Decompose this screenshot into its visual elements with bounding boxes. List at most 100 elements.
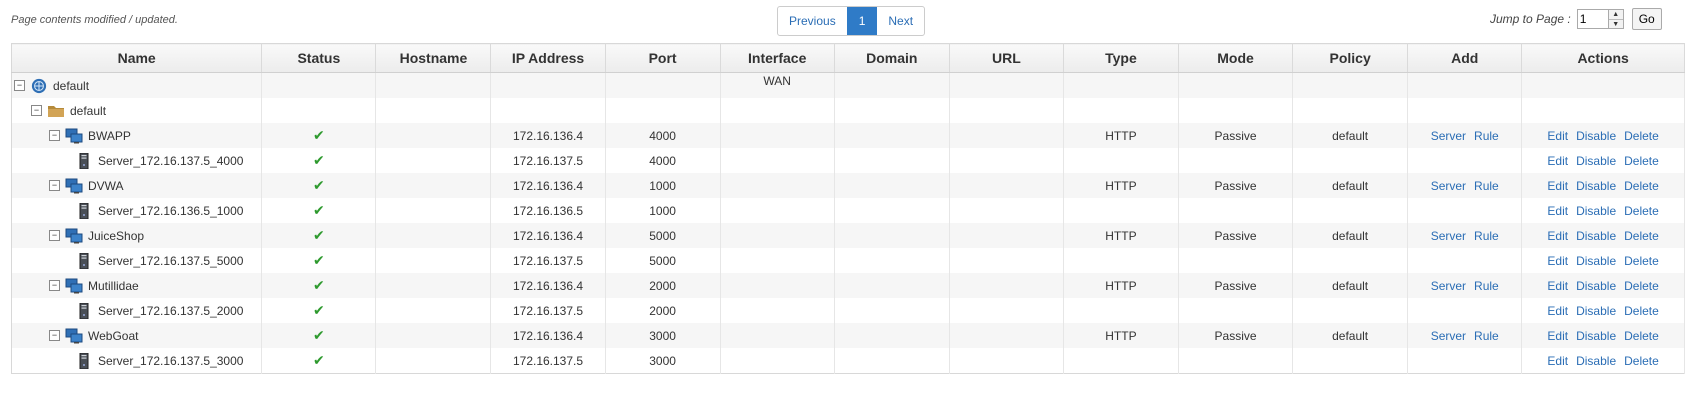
status-ok-icon: ✔ <box>312 227 325 243</box>
add-rule-link[interactable]: Rule <box>1474 179 1499 193</box>
jump-page-input[interactable] <box>1576 9 1609 29</box>
add-server-link[interactable]: Server <box>1431 179 1466 193</box>
next-page-button[interactable]: Next <box>877 7 924 35</box>
edit-link[interactable]: Edit <box>1547 154 1568 168</box>
delete-link[interactable]: Delete <box>1624 354 1659 368</box>
edit-link[interactable]: Edit <box>1547 129 1568 143</box>
spin-up-icon[interactable]: ▲ <box>1609 10 1623 19</box>
edit-link[interactable]: Edit <box>1547 229 1568 243</box>
column-header-type[interactable]: Type <box>1063 43 1180 73</box>
service-name[interactable]: DVWA <box>88 179 124 193</box>
go-button[interactable]: Go <box>1631 8 1662 30</box>
folder-node-label[interactable]: default <box>70 104 106 118</box>
add-server-link[interactable]: Server <box>1431 129 1466 143</box>
add-server-link[interactable]: Server <box>1431 279 1466 293</box>
delete-link[interactable]: Delete <box>1624 304 1659 318</box>
column-header-policy[interactable]: Policy <box>1292 43 1409 73</box>
delete-link[interactable]: Delete <box>1624 279 1659 293</box>
add-rule-link[interactable]: Rule <box>1474 229 1499 243</box>
column-header-mode[interactable]: Mode <box>1178 43 1294 73</box>
column-header-domain[interactable]: Domain <box>834 43 950 73</box>
tree-node-server: Server_172.16.137.5_5000 <box>12 252 261 269</box>
server-name[interactable]: Server_172.16.137.5_4000 <box>98 154 243 168</box>
tree-node-folder: − default <box>12 103 261 119</box>
disable-link[interactable]: Disable <box>1576 279 1616 293</box>
delete-link[interactable]: Delete <box>1624 254 1659 268</box>
edit-link[interactable]: Edit <box>1547 304 1568 318</box>
add-server-link[interactable]: Server <box>1431 329 1466 343</box>
column-header-hostname[interactable]: Hostname <box>375 43 492 73</box>
server-tower-icon <box>79 152 89 169</box>
spin-down-icon[interactable]: ▼ <box>1608 19 1623 29</box>
column-header-add[interactable]: Add <box>1407 43 1523 73</box>
add-rule-link[interactable]: Rule <box>1474 129 1499 143</box>
status-ok-icon: ✔ <box>312 252 325 268</box>
service-monitor-icon <box>65 278 83 293</box>
edit-link[interactable]: Edit <box>1547 204 1568 218</box>
services-table: Name Status Hostname IP Address Port Int… <box>11 43 1685 374</box>
column-header-name[interactable]: Name <box>11 43 263 73</box>
port-cell: 2000 <box>605 273 721 298</box>
add-rule-link[interactable]: Rule <box>1474 329 1499 343</box>
ip-address-cell: 172.16.136.5 <box>490 198 606 223</box>
column-header-status[interactable]: Status <box>261 43 377 73</box>
delete-link[interactable]: Delete <box>1624 329 1659 343</box>
collapse-icon[interactable]: − <box>31 105 42 116</box>
edit-link[interactable]: Edit <box>1547 179 1568 193</box>
disable-link[interactable]: Disable <box>1576 354 1616 368</box>
service-name[interactable]: JuiceShop <box>88 229 144 243</box>
disable-link[interactable]: Disable <box>1576 129 1616 143</box>
delete-link[interactable]: Delete <box>1624 229 1659 243</box>
disable-link[interactable]: Disable <box>1576 229 1616 243</box>
add-rule-link[interactable]: Rule <box>1474 279 1499 293</box>
collapse-icon[interactable]: − <box>49 130 60 141</box>
table-row-server: Server_172.16.137.5_3000 ✔ 172.16.137.5 300… <box>11 348 1685 374</box>
service-name[interactable]: Mutillidae <box>88 279 139 293</box>
disable-link[interactable]: Disable <box>1576 329 1616 343</box>
collapse-icon[interactable]: − <box>14 80 25 91</box>
delete-link[interactable]: Delete <box>1624 179 1659 193</box>
delete-link[interactable]: Delete <box>1624 129 1659 143</box>
column-header-port[interactable]: Port <box>605 43 721 73</box>
tree-node-server: Server_172.16.137.5_2000 <box>12 302 261 319</box>
column-header-url[interactable]: URL <box>949 43 1064 73</box>
disable-link[interactable]: Disable <box>1576 254 1616 268</box>
server-name[interactable]: Server_172.16.137.5_3000 <box>98 354 243 368</box>
disable-link[interactable]: Disable <box>1576 304 1616 318</box>
port-cell: 2000 <box>605 298 721 323</box>
server-tower-icon <box>79 252 89 269</box>
tree-node-server: Server_172.16.137.5_4000 <box>12 152 261 169</box>
add-server-link[interactable]: Server <box>1431 229 1466 243</box>
delete-link[interactable]: Delete <box>1624 154 1659 168</box>
service-monitor-icon <box>65 128 83 143</box>
status-ok-icon: ✔ <box>312 127 325 143</box>
column-header-actions[interactable]: Actions <box>1521 43 1685 73</box>
server-name[interactable]: Server_172.16.137.5_2000 <box>98 304 243 318</box>
edit-link[interactable]: Edit <box>1547 354 1568 368</box>
server-name[interactable]: Server_172.16.137.5_5000 <box>98 254 243 268</box>
table-header-row: Name Status Hostname IP Address Port Int… <box>11 43 1685 73</box>
collapse-icon[interactable]: − <box>49 230 60 241</box>
table-row-service: − JuiceShop ✔ 172.16.136.4 5000 HTTP Passive de… <box>11 223 1685 248</box>
column-header-interface[interactable]: Interface <box>720 43 835 73</box>
root-node-label[interactable]: default <box>53 79 89 93</box>
service-monitor-icon <box>65 328 83 343</box>
column-header-ip-address[interactable]: IP Address <box>490 43 606 73</box>
service-name[interactable]: BWAPP <box>88 129 131 143</box>
collapse-icon[interactable]: − <box>49 280 60 291</box>
type-cell: HTTP <box>1063 323 1180 348</box>
edit-link[interactable]: Edit <box>1547 254 1568 268</box>
disable-link[interactable]: Disable <box>1576 154 1616 168</box>
edit-link[interactable]: Edit <box>1547 329 1568 343</box>
collapse-icon[interactable]: − <box>49 180 60 191</box>
edit-link[interactable]: Edit <box>1547 279 1568 293</box>
page-spinner[interactable]: ▲ ▼ <box>1608 9 1624 29</box>
disable-link[interactable]: Disable <box>1576 179 1616 193</box>
server-name[interactable]: Server_172.16.136.5_1000 <box>98 204 243 218</box>
delete-link[interactable]: Delete <box>1624 204 1659 218</box>
collapse-icon[interactable]: − <box>49 330 60 341</box>
page-1-button[interactable]: 1 <box>846 7 878 35</box>
previous-page-button[interactable]: Previous <box>778 7 847 35</box>
disable-link[interactable]: Disable <box>1576 204 1616 218</box>
service-name[interactable]: WebGoat <box>88 329 138 343</box>
